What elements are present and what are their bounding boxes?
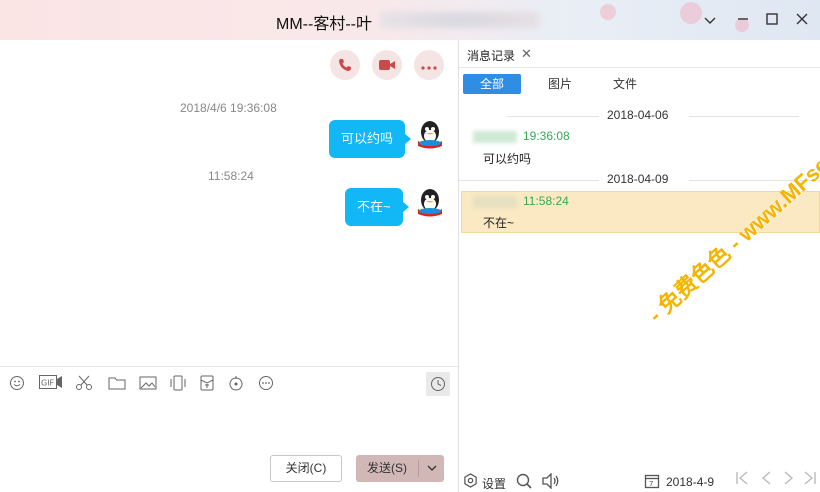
tab-message-history[interactable]: 消息记录 xyxy=(467,47,515,64)
date-separator-line xyxy=(507,116,599,117)
date-separator-line xyxy=(459,180,599,181)
history-date[interactable]: 2018-4-9 xyxy=(666,475,714,489)
first-page-icon[interactable] xyxy=(735,470,749,491)
date-separator-line xyxy=(689,116,799,117)
red-packet-icon[interactable] xyxy=(197,375,217,395)
settings-label[interactable]: 设置 xyxy=(482,475,506,492)
message-bubble[interactable]: 可以约吗 xyxy=(329,120,412,158)
image-icon[interactable] xyxy=(138,375,158,395)
minimize-icon[interactable] xyxy=(733,10,753,30)
date-separator: 2018-04-09 xyxy=(459,172,820,188)
redacted-title-part xyxy=(380,12,540,28)
more-icon[interactable] xyxy=(414,50,444,80)
video-call-icon[interactable] xyxy=(372,50,402,80)
svg-text:GIF: GIF xyxy=(41,379,55,388)
history-footer: 设置 7 2018-4-9 xyxy=(459,470,820,492)
close-icon[interactable] xyxy=(792,10,812,30)
blossom-decoration xyxy=(600,4,616,20)
avatar[interactable] xyxy=(415,119,445,149)
message-sender-time: 11:58:24 xyxy=(473,194,569,208)
chat-panel: 2018/4/6 19:36:08 可以约吗 11:58:24 不在~ GIF … xyxy=(0,40,458,492)
window-title: MM--客村--叶 xyxy=(276,16,372,33)
date-separator-line xyxy=(689,180,820,181)
date-separator-label: 2018-04-06 xyxy=(607,108,669,122)
send-button-separator xyxy=(418,460,419,477)
avatar[interactable] xyxy=(415,187,445,217)
history-tab-bar: 消息记录 ✕ xyxy=(459,40,820,68)
date-separator: 2018-04-06 xyxy=(459,108,820,124)
shake-icon[interactable] xyxy=(168,375,188,395)
settings-icon[interactable] xyxy=(463,473,478,491)
message-text[interactable]: 不在~ xyxy=(483,214,514,231)
close-button[interactable]: 关闭(C) xyxy=(270,455,342,482)
message-timestamp: 11:58:24 xyxy=(208,169,254,183)
chevron-down-icon[interactable] xyxy=(700,10,720,30)
emoji-icon[interactable] xyxy=(7,375,27,395)
search-icon[interactable] xyxy=(516,473,532,492)
send-button[interactable]: 发送(S) xyxy=(356,455,444,482)
message-bubble[interactable]: 不在~ xyxy=(345,188,409,226)
message-text[interactable]: 可以约吗 xyxy=(483,150,531,167)
send-button-label[interactable]: 发送(S) xyxy=(356,455,418,482)
redacted-sender-name xyxy=(473,195,517,208)
filter-files[interactable]: 文件 xyxy=(610,74,640,94)
svg-text:7: 7 xyxy=(649,480,653,488)
message-sender-time: 19:36:08 xyxy=(473,129,570,143)
scissors-icon[interactable] xyxy=(74,375,94,395)
message-timestamp: 2018/4/6 19:36:08 xyxy=(180,101,277,115)
previous-page-icon[interactable] xyxy=(760,470,772,491)
filter-all[interactable]: 全部 xyxy=(463,74,521,94)
date-separator-label: 2018-04-09 xyxy=(607,172,669,186)
speaker-icon[interactable] xyxy=(541,472,561,492)
input-divider xyxy=(0,366,458,367)
message-time: 19:36:08 xyxy=(523,129,570,143)
blossom-decoration xyxy=(680,2,702,24)
title-bar: MM--客村--叶 xyxy=(0,0,820,40)
folder-icon[interactable] xyxy=(107,375,127,395)
more-icon[interactable] xyxy=(256,375,276,395)
close-icon[interactable]: ✕ xyxy=(521,46,532,62)
message-time: 11:58:24 xyxy=(523,194,569,208)
phone-call-icon[interactable] xyxy=(330,50,360,80)
maximize-icon[interactable] xyxy=(762,10,782,30)
redacted-sender-name xyxy=(473,130,517,143)
last-page-icon[interactable] xyxy=(803,470,817,491)
next-page-icon[interactable] xyxy=(783,470,795,491)
filter-images[interactable]: 图片 xyxy=(545,74,575,94)
calendar-icon[interactable]: 7 xyxy=(644,473,660,492)
gif-icon[interactable]: GIF xyxy=(38,375,64,395)
clock-icon[interactable] xyxy=(426,372,450,396)
history-panel: 消息记录 ✕ 全部 图片 文件 2018-04-06 19:36:08 可以约吗… xyxy=(459,40,820,492)
chevron-down-icon[interactable] xyxy=(420,455,444,482)
music-icon[interactable] xyxy=(226,375,246,395)
